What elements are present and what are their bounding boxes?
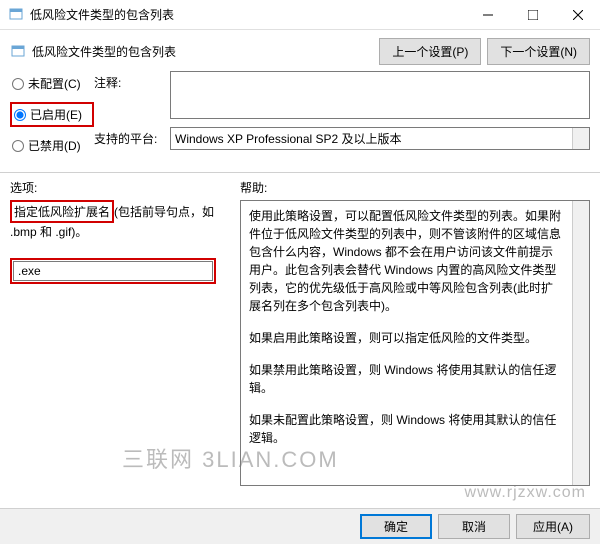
policy-icon — [10, 44, 26, 60]
mid-labels: 选项: 帮助: — [0, 173, 600, 200]
minimize-button[interactable] — [465, 0, 510, 29]
help-paragraph: 如果禁用此策略设置，则 Windows 将使用其默认的信任逻辑。 — [249, 361, 563, 397]
radio-not-configured[interactable]: 未配置(C) — [10, 73, 94, 94]
comment-label: 注释: — [94, 71, 162, 91]
cancel-button[interactable]: 取消 — [438, 514, 510, 539]
next-setting-button[interactable]: 下一个设置(N) — [487, 38, 590, 65]
apply-button[interactable]: 应用(A) — [516, 514, 590, 539]
radio-not-configured-label: 未配置(C) — [28, 75, 81, 92]
help-paragraph: 如果启用此策略设置，则可以指定低风险的文件类型。 — [249, 329, 563, 347]
radio-disabled-label: 已禁用(D) — [28, 137, 81, 154]
comment-textarea[interactable] — [170, 71, 590, 119]
options-panel: 指定低风险扩展名(包括前导句点，如 .bmp 和 .gif)。 — [10, 200, 232, 486]
platform-label: 支持的平台: — [94, 127, 162, 147]
close-button[interactable] — [555, 0, 600, 29]
state-radios: 未配置(C) 已启用(E) 已禁用(D) — [10, 71, 94, 156]
window-title: 低风险文件类型的包含列表 — [30, 6, 465, 23]
help-paragraph: 如果未配置此策略设置，则 Windows 将使用其默认的信任逻辑。 — [249, 411, 563, 447]
header-section: 低风险文件类型的包含列表 上一个设置(P) 下一个设置(N) 未配置(C) 已启… — [0, 30, 600, 166]
help-paragraph: 使用此策略设置，可以配置低风险文件类型的列表。如果附件位于低风险文件类型的列表中… — [249, 207, 563, 315]
ok-button[interactable]: 确定 — [360, 514, 432, 539]
radio-enabled[interactable]: 已启用(E) — [10, 102, 94, 127]
extension-label: 指定低风险扩展名 — [10, 200, 114, 223]
app-icon — [8, 7, 24, 23]
radio-disabled-input[interactable] — [12, 140, 24, 152]
help-textbox[interactable]: 使用此策略设置，可以配置低风险文件类型的列表。如果附件位于低风险文件类型的列表中… — [240, 200, 590, 486]
help-heading: 帮助: — [240, 179, 590, 196]
radio-not-configured-input[interactable] — [12, 78, 24, 90]
platform-value: Windows XP Professional SP2 及以上版本 — [175, 132, 402, 146]
extension-input[interactable] — [13, 261, 213, 281]
maximize-button[interactable] — [510, 0, 555, 29]
previous-setting-button[interactable]: 上一个设置(P) — [379, 38, 481, 65]
radio-enabled-label: 已启用(E) — [30, 106, 82, 123]
options-heading: 选项: — [10, 179, 240, 196]
watermark-sub: www.rjzxw.com — [465, 484, 586, 502]
window-titlebar: 低风险文件类型的包含列表 — [0, 0, 600, 30]
extension-input-highlight — [10, 258, 216, 284]
platform-box: Windows XP Professional SP2 及以上版本 — [170, 127, 590, 150]
dialog-footer: 确定 取消 应用(A) — [0, 508, 600, 544]
content-row: 指定低风险扩展名(包括前导句点，如 .bmp 和 .gif)。 使用此策略设置，… — [0, 200, 600, 486]
policy-title: 低风险文件类型的包含列表 — [32, 43, 176, 60]
radio-disabled[interactable]: 已禁用(D) — [10, 135, 94, 156]
help-panel: 使用此策略设置，可以配置低风险文件类型的列表。如果附件位于低风险文件类型的列表中… — [240, 200, 590, 486]
window-controls — [465, 0, 600, 29]
radio-enabled-input[interactable] — [14, 109, 26, 121]
